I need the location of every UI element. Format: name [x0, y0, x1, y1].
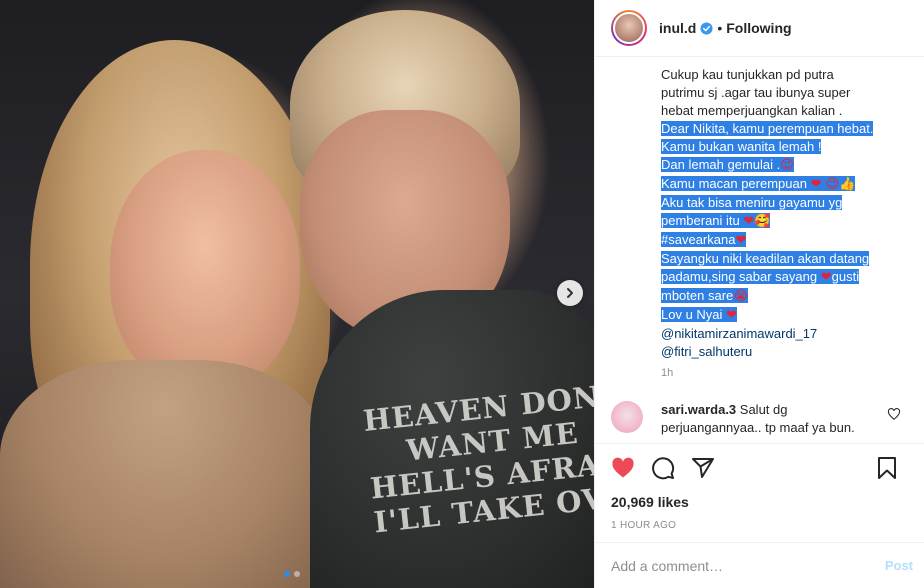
caption-line: Lov u Nyai ❤ — [661, 306, 903, 325]
post-actions: 20,969 likes 1 HOUR AGO — [595, 443, 924, 534]
caption-line: mboten sare😭 — [661, 287, 903, 306]
caption-line-text: Dear Nikita, kamu perempuan hebat. — [661, 121, 874, 136]
caption-text: Kamu bukan wanita lemah ! — [661, 139, 822, 154]
caption-emoji: ❤ — [735, 233, 747, 248]
caption-line-text: mboten sare😭 — [661, 288, 749, 304]
caption-line-text: putrimu sj .agar tau ibunya super — [661, 85, 850, 100]
comments-scroll-area[interactable]: Cukup kau tunjukkan pd putra putrimu sj .… — [595, 57, 924, 443]
caption-text: pemberani itu — [661, 213, 744, 228]
caption-line: hebat memperjuangkan kalian . — [661, 102, 903, 120]
carousel-dots — [284, 571, 300, 577]
carousel-next-button[interactable] — [557, 280, 583, 306]
avatar-image — [613, 12, 645, 44]
caption-emoji: 😭 — [733, 289, 749, 304]
comment-button[interactable] — [651, 456, 675, 480]
caption-line-text: pemberani itu ❤🥰 — [661, 213, 771, 229]
caption-emoji: ❤ — [820, 270, 832, 285]
post-comment-button[interactable]: Post — [885, 558, 913, 573]
left-person-face — [110, 150, 300, 390]
post-side-panel: inul.d • Following Cukup kau tunjukkan p… — [594, 0, 924, 588]
caption-text: Cukup kau tunjukkan pd putra — [661, 67, 834, 82]
caption-line-text: Lov u Nyai ❤ — [661, 307, 737, 323]
heart-filled-icon — [612, 457, 634, 478]
comment-heart-icon[interactable] — [887, 407, 901, 421]
caption-line-text: Aku tak bisa meniru gayamu yg — [661, 195, 843, 210]
caption-text: Sayangku niki keadilan akan datang — [661, 251, 870, 266]
caption-line: putrimu sj .agar tau ibunya super — [661, 84, 903, 102]
caption-line-text: hebat memperjuangkan kalian . — [661, 103, 842, 118]
caption-text: Lov u Nyai — [661, 307, 727, 322]
caption-mention-line: @fitri_salhuteru — [661, 343, 903, 361]
likes-count[interactable]: 20,969 likes — [595, 492, 924, 512]
post-username[interactable]: inul.d — [659, 20, 696, 36]
following-button[interactable]: Following — [726, 20, 791, 36]
share-icon — [692, 458, 714, 478]
caption-emoji: 😉 — [780, 158, 794, 173]
caption-line: Sayangku niki keadilan akan datang — [661, 250, 903, 268]
share-button[interactable] — [691, 456, 715, 480]
caption-line: Cukup kau tunjukkan pd putra — [661, 66, 903, 84]
caption-line: #savearkana❤ — [661, 231, 903, 250]
avatar[interactable] — [611, 10, 647, 46]
caption-line: Dear Nikita, kamu perempuan hebat. — [661, 120, 903, 138]
verified-badge-icon — [700, 21, 713, 35]
comment-icon — [652, 457, 675, 480]
caption-line-text: Kamu macan perempuan ❤ 😉👍 — [661, 176, 856, 192]
post-caption: Cukup kau tunjukkan pd putra putrimu sj .… — [661, 66, 903, 361]
carousel-dot-active — [284, 571, 290, 577]
caption-line-text: #savearkana❤ — [661, 232, 747, 248]
caption-text: mboten sare — [661, 288, 734, 303]
post-timestamp: 1 HOUR AGO — [611, 520, 677, 531]
comment-avatar[interactable] — [611, 401, 643, 433]
add-comment-input[interactable] — [611, 557, 861, 574]
action-icon-row — [595, 444, 924, 492]
caption-mention-link[interactable]: @nikitamirzanimawardi_17 — [661, 326, 817, 341]
caption-text: #savearkana — [661, 232, 736, 247]
caption-text: Kamu macan perempuan — [661, 176, 811, 191]
caption-text: padamu,sing sabar sayang — [661, 269, 821, 284]
caption-mention-link[interactable]: @fitri_salhuteru — [661, 344, 752, 359]
caption-line: Dan lemah gemulai .😉 — [661, 156, 903, 175]
caption-text: Aku tak bisa meniru gayamu yg — [661, 195, 843, 210]
bookmark-icon — [878, 457, 896, 479]
caption-line: Kamu macan perempuan ❤ 😉👍 — [661, 175, 903, 194]
comment-username[interactable]: sari.warda.3 — [661, 402, 736, 417]
caption-emoji: ❤🥰 — [743, 214, 771, 229]
caption-time: 1h — [661, 367, 674, 379]
comment-text: sari.warda.3 Salut dg perjuangannyaa.. t… — [661, 401, 881, 437]
caption-emoji: ❤ — [726, 308, 737, 323]
caption-line-text: Cukup kau tunjukkan pd putra — [661, 67, 834, 82]
header-separator: • — [717, 20, 723, 36]
left-person-coat — [0, 360, 330, 588]
shirt-print-text: HEAVEN DON'T WANT ME HELL'S AFRAID I'LL … — [362, 376, 594, 540]
caption-line: padamu,sing sabar sayang ❤gusti — [661, 268, 903, 287]
caption-line-text: Kamu bukan wanita lemah ! — [661, 139, 822, 154]
caption-line-text: Dan lemah gemulai .😉 — [661, 157, 794, 173]
like-button[interactable] — [611, 456, 635, 480]
caption-line: Aku tak bisa meniru gayamu yg — [661, 194, 903, 212]
caption-text: hebat memperjuangkan kalian . — [661, 103, 843, 118]
caption-line-text: padamu,sing sabar sayang ❤gusti — [661, 269, 860, 285]
post-header: inul.d • Following — [595, 0, 924, 57]
caption-text: putrimu sj .agar tau ibunya super — [661, 85, 851, 100]
caption-text-tail: gusti — [831, 269, 860, 284]
caption-text: Dear Nikita, kamu perempuan hebat. — [661, 121, 874, 136]
add-comment-bar: Post — [595, 542, 924, 588]
carousel-dot — [294, 571, 300, 577]
post-photo[interactable]: HEAVEN DON'T WANT ME HELL'S AFRAID I'LL … — [0, 0, 594, 588]
save-button[interactable] — [875, 456, 899, 480]
caption-line-text: Sayangku niki keadilan akan datang — [661, 251, 870, 266]
caption-line: pemberani itu ❤🥰 — [661, 212, 903, 231]
caption-line: Kamu bukan wanita lemah ! — [661, 138, 903, 156]
caption-text: Dan lemah gemulai . — [661, 157, 781, 172]
caption-mention-line: @nikitamirzanimawardi_17 — [661, 325, 903, 343]
caption-emoji: ❤ 😉👍 — [810, 177, 856, 192]
chevron-right-icon — [567, 288, 573, 298]
